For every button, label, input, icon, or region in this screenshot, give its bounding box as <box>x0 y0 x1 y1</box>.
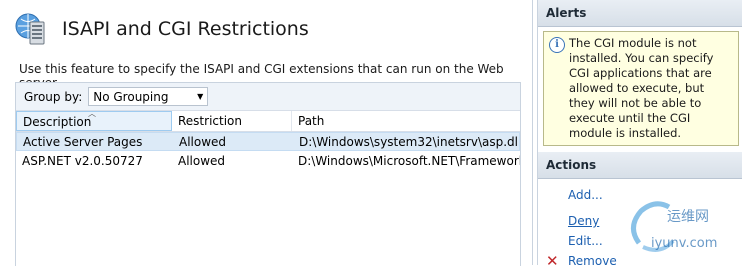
grid-toolbar: Group by: No Grouping ▼ <box>16 83 520 111</box>
actions-pane: Alerts i The CGI module is not installed… <box>537 0 742 270</box>
actions-header: Actions <box>538 152 742 179</box>
cgi-alert: i The CGI module is not installed. You c… <box>543 31 739 146</box>
page-title: ISAPI and CGI Restrictions <box>62 18 309 40</box>
row-description: ASP.NET v2.0.50727 <box>22 153 143 168</box>
groupby-select[interactable]: No Grouping ▼ <box>88 87 209 106</box>
alert-message: The CGI module is not installed. You can… <box>569 36 714 140</box>
table-row[interactable]: ASP.NET v2.0.50727 Allowed D:\Windows\Mi… <box>16 151 520 170</box>
row-description: Active Server Pages <box>23 134 143 149</box>
row-path: D:\Windows\system32\inetsrv\asp.dll <box>299 134 519 149</box>
column-header-restriction[interactable]: Restriction <box>172 111 292 131</box>
edit-action-label: Edit... <box>568 234 603 248</box>
table-row[interactable]: Active Server Pages Allowed D:\Windows\s… <box>16 132 520 151</box>
column-header-path[interactable]: Path <box>292 111 520 131</box>
page-header: ISAPI and CGI Restrictions <box>14 12 309 46</box>
row-restriction: Allowed <box>178 153 226 168</box>
restrictions-grid: Group by: No Grouping ▼ ︿ Description Re… <box>15 82 521 266</box>
info-icon: i <box>549 37 565 53</box>
deny-action-label: Deny <box>568 214 600 228</box>
main-divider <box>532 0 533 265</box>
server-icon <box>15 13 45 45</box>
watermark-text-en: iyunv.com <box>651 236 717 251</box>
row-path: D:\Windows\Microsoft.NET\Framework\v <box>298 153 520 168</box>
sort-ascending-icon: ︿ <box>88 109 96 118</box>
table-header: ︿ Description Restriction Path <box>16 109 520 132</box>
alerts-header: Alerts <box>538 0 742 27</box>
main-content: ISAPI and CGI Restrictions Use this feat… <box>0 0 533 266</box>
watermark-text-cn: 运维网 <box>667 209 709 225</box>
remove-action-label: Remove <box>568 254 617 268</box>
row-restriction: Allowed <box>179 134 227 149</box>
groupby-value: No Grouping <box>93 89 169 104</box>
groupby-label: Group by: <box>24 89 83 104</box>
watermark-logo: 运维网 iyunv.com <box>631 201 717 252</box>
remove-x-icon: ✕ <box>546 252 559 270</box>
chevron-down-icon: ▼ <box>197 92 204 101</box>
add-action-label: Add... <box>568 188 603 202</box>
